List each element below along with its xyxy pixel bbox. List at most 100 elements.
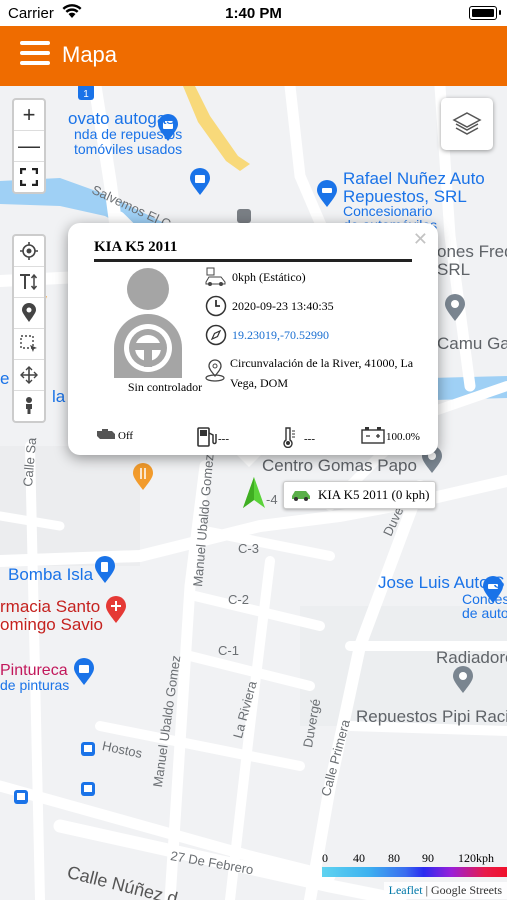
zoom-out-button[interactable]: — <box>14 131 44 162</box>
close-icon[interactable]: ✕ <box>413 229 428 250</box>
fuel-icon <box>196 426 218 451</box>
legend-tick: 0 <box>322 851 328 865</box>
car-icon <box>292 491 310 501</box>
car-dealer-pin-icon[interactable] <box>316 180 338 208</box>
poi-label: Conces <box>462 591 507 607</box>
street-label: C-1 <box>218 643 239 658</box>
vehicle-tooltip[interactable]: KIA K5 2011 (0 kph) <box>283 481 437 509</box>
select-area-icon[interactable] <box>14 329 44 360</box>
pharmacy-pin-icon[interactable] <box>105 596 127 624</box>
map-tools <box>12 234 46 423</box>
datetime-row: 2020-09-23 13:40:35 <box>204 294 334 318</box>
poi-label: SRL <box>437 260 471 279</box>
compass-icon <box>204 323 228 347</box>
street-view-icon[interactable] <box>14 391 44 421</box>
app-bar: Mapa <box>0 26 507 86</box>
address-value: Circunvalación de la River, 41000, La Ve… <box>230 356 414 390</box>
datetime-value: 2020-09-23 13:40:35 <box>232 298 334 313</box>
vehicle-arrow-marker[interactable] <box>242 476 266 510</box>
legend-tick: 80 <box>388 851 400 865</box>
svg-text:1: 1 <box>83 89 89 100</box>
poi-label: Centro Gomas Papo <box>262 456 417 475</box>
zoom-in-button[interactable]: + <box>14 100 44 131</box>
speed-car-icon <box>204 265 228 289</box>
poi-label: de pinturas <box>0 677 70 693</box>
poi-label: Jose Luis Auto S <box>378 573 505 592</box>
poi-label: Concesionario <box>343 203 433 219</box>
fuel-value: --- <box>218 432 229 445</box>
legend-tick: 120kph <box>458 851 494 865</box>
page-title: Mapa <box>62 42 118 67</box>
attribution-separator: | <box>422 883 431 897</box>
engine-value: Off <box>118 429 134 442</box>
text-size-icon[interactable] <box>14 267 44 298</box>
poi-label: rmacia Santo <box>0 597 101 616</box>
zoom-controls: + — <box>12 98 46 194</box>
locate-icon[interactable] <box>14 236 44 267</box>
move-icon[interactable] <box>14 360 44 391</box>
poi-label: nda de repuestos <box>74 126 183 142</box>
bus-stop-icon <box>81 782 95 796</box>
poi-label: Camu Gas <box>437 334 507 353</box>
gas-station-pin-icon[interactable] <box>94 556 116 584</box>
poi-label: Bomba Isla <box>8 565 94 584</box>
popup-title: KIA K5 2011 <box>94 239 412 262</box>
fullscreen-icon[interactable] <box>14 162 44 192</box>
address-row: Circunvalación de la River, 41000, La Ve… <box>204 353 424 393</box>
poi-label: tomóviles usados <box>74 141 183 157</box>
poi-label: omingo Savio <box>0 615 104 634</box>
layers-icon <box>452 112 482 135</box>
legend-tick: 90 <box>422 851 434 865</box>
temperature-value: --- <box>304 432 315 445</box>
place-marker-icon <box>237 209 251 223</box>
street-label: -4 <box>266 492 278 507</box>
location-pin-icon <box>204 359 226 383</box>
vehicle-tooltip-label: KIA K5 2011 (0 kph) <box>318 487 430 502</box>
marker-icon[interactable] <box>14 298 44 329</box>
poi-label: Repuestos Pipi Raci <box>356 707 507 726</box>
shop-pin-icon[interactable] <box>189 168 211 196</box>
coordinates-link[interactable]: 19.23019,-70.52990 <box>232 328 329 343</box>
engine-icon <box>94 426 118 445</box>
battery-status: 100.0% <box>360 426 420 447</box>
poi-label: la <box>52 387 66 406</box>
temperature-status: --- <box>280 426 315 451</box>
poi-label: Rafael Nuñez Auto <box>343 169 485 188</box>
status-bar: Carrier 1:40 PM <box>0 0 507 26</box>
clock-icon <box>204 294 228 318</box>
speed-row: 0kph (Estático) <box>204 265 306 289</box>
vehicle-popup: ✕ KIA K5 2011 Sin controlador 0kph (Está… <box>68 223 438 455</box>
clock: 1:40 PM <box>225 5 282 22</box>
speed-gradient-bar <box>322 867 507 877</box>
poi-label: Radiadore <box>436 648 507 667</box>
speed-value: 0kph (Estático) <box>232 269 306 284</box>
place-pin-icon[interactable] <box>452 666 474 694</box>
thermometer-icon <box>280 426 298 451</box>
poi-label: ones Fred <box>437 242 507 261</box>
restaurant-pin-icon[interactable] <box>132 463 154 491</box>
map-attribution: Leaflet | Google Streets <box>383 882 507 899</box>
street-label: C-3 <box>238 541 259 556</box>
layers-button[interactable] <box>441 98 493 150</box>
legend-tick: 40 <box>353 851 365 865</box>
map-view[interactable]: 1 ovato autogas nda de repuestos tomóvil… <box>0 86 507 900</box>
poi-label: de autor <box>462 605 507 621</box>
shop-pin-icon[interactable] <box>73 658 95 686</box>
place-pin-icon[interactable] <box>444 294 466 322</box>
bus-stop-icon <box>14 790 28 804</box>
street-label: C-2 <box>228 592 249 607</box>
driver-avatar-icon <box>114 268 182 378</box>
coords-row: 19.23019,-70.52990 <box>204 323 329 347</box>
hamburger-menu-icon[interactable] <box>20 41 50 67</box>
car-battery-icon <box>360 426 386 447</box>
battery-value: 100.0% <box>386 430 420 443</box>
engine-status: Off <box>94 426 133 445</box>
attribution-source: Google Streets <box>431 883 502 897</box>
poi-label: ovato autogas <box>68 109 175 128</box>
bus-stop-icon <box>81 742 95 756</box>
battery-icon <box>469 6 501 20</box>
speed-legend: 0 40 80 90 120kph <box>322 851 507 877</box>
fuel-status: --- <box>196 426 229 451</box>
popup-pointer <box>236 454 262 467</box>
leaflet-link[interactable]: Leaflet <box>389 883 423 897</box>
